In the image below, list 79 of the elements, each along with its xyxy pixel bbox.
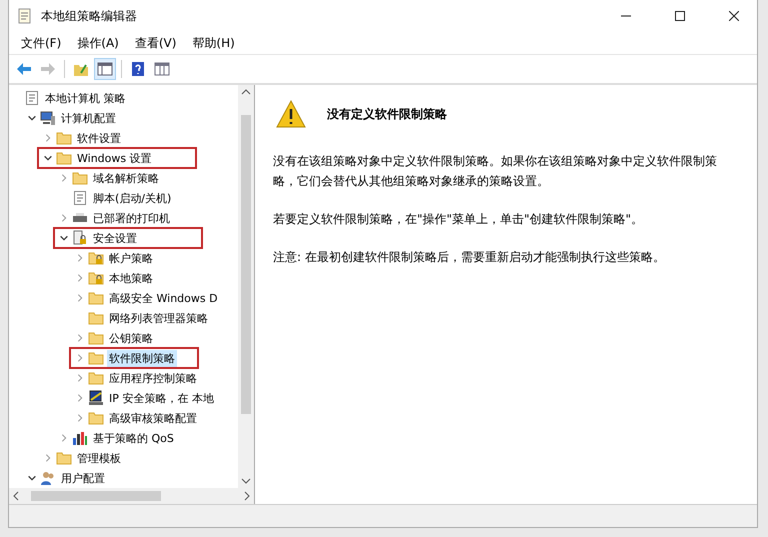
- menu-item[interactable]: 操作(A): [69, 32, 127, 54]
- chevron-down-icon[interactable]: [27, 473, 37, 483]
- users-icon: [40, 470, 56, 486]
- chevron-right-icon[interactable]: [43, 133, 53, 143]
- chevron-right-icon[interactable]: [75, 333, 85, 343]
- app-icon: [17, 8, 33, 24]
- chevron-right-icon[interactable]: [75, 413, 85, 423]
- tree-item[interactable]: 用户配置: [59, 470, 107, 486]
- close-icon: [729, 11, 739, 21]
- scroll-right-icon[interactable]: [242, 491, 252, 501]
- maximize-icon: [675, 11, 685, 21]
- properties-icon: [154, 61, 170, 77]
- description-paragraph: 若要定义软件限制策略，在"操作"菜单上，单击"创建软件限制策略"。: [273, 211, 644, 228]
- folder-icon: [72, 170, 88, 186]
- folder-icon: [56, 150, 72, 166]
- folder-icon: [56, 130, 72, 146]
- tree-item[interactable]: 域名解析策略: [91, 170, 161, 186]
- tree-item[interactable]: 高级审核策略配置: [107, 410, 199, 426]
- bar-chart-icon: [72, 430, 88, 446]
- tree-item[interactable]: 公钥策略: [107, 330, 155, 346]
- chevron-down-icon[interactable]: [43, 153, 53, 163]
- tree-item[interactable]: 软件设置: [75, 130, 123, 146]
- tree-item[interactable]: 安全设置: [91, 230, 139, 246]
- tree-item[interactable]: 本地计算机 策略: [43, 90, 128, 106]
- document-icon: [72, 190, 88, 206]
- horizontal-scrollbar[interactable]: [9, 488, 254, 504]
- locked-folder-icon: [88, 270, 104, 286]
- document-icon: [24, 90, 40, 106]
- menu-item[interactable]: 查看(V): [126, 32, 184, 54]
- tree-item[interactable]: 软件限制策略: [107, 350, 177, 366]
- chevron-right-icon[interactable]: [59, 213, 69, 223]
- back-arrow-icon: [16, 61, 32, 77]
- chevron-right-icon[interactable]: [43, 453, 53, 463]
- folder-icon: [88, 410, 104, 426]
- chevron-right-icon[interactable]: [59, 433, 69, 443]
- chevron-right-icon[interactable]: [75, 373, 85, 383]
- chevron-right-icon[interactable]: [75, 393, 85, 403]
- console-tree-icon: [97, 61, 113, 77]
- toolbar-button[interactable]: [94, 58, 116, 80]
- warning-icon: [275, 99, 307, 129]
- tree-item[interactable]: 高级安全 Windows D: [107, 290, 220, 306]
- chevron-right-icon[interactable]: [75, 273, 85, 283]
- window-title: 本地组策略编辑器: [41, 8, 138, 24]
- tree-item[interactable]: 基于策略的 QoS: [91, 430, 176, 446]
- tree-item[interactable]: 脚本(启动/关机): [91, 190, 174, 206]
- tree-item[interactable]: 帐户策略: [107, 250, 155, 266]
- chevron-right-icon[interactable]: [75, 253, 85, 263]
- folder-icon: [88, 370, 104, 386]
- chevron-down-icon[interactable]: [27, 113, 37, 123]
- chevron-right-icon[interactable]: [75, 353, 85, 363]
- tree-item[interactable]: 网络列表管理器策略: [107, 310, 210, 326]
- tree-item[interactable]: Windows 设置: [75, 150, 154, 166]
- vertical-scrollbar[interactable]: [238, 85, 254, 488]
- tree-item[interactable]: 应用程序控制策略: [107, 370, 199, 386]
- chevron-right-icon[interactable]: [75, 293, 85, 303]
- chevron-right-icon[interactable]: [59, 173, 69, 183]
- tree-item[interactable]: 已部署的打印机: [91, 210, 172, 226]
- computer-icon: [40, 110, 56, 126]
- folder-icon: [56, 450, 72, 466]
- scroll-left-icon[interactable]: [11, 491, 21, 501]
- tree-item[interactable]: 计算机配置: [59, 110, 118, 126]
- content-heading: 没有定义软件限制策略: [327, 106, 447, 122]
- folder-icon: [88, 290, 104, 306]
- computer-icon: [88, 390, 104, 406]
- chevron-down-icon[interactable]: [59, 233, 69, 243]
- description-paragraph: 注意: 在最初创建软件限制策略后，需要重新启动才能强制执行这些策略。: [273, 249, 666, 266]
- folder-icon: [88, 330, 104, 346]
- tree-item[interactable]: 本地策略: [107, 270, 155, 286]
- folder-icon: [88, 310, 104, 326]
- locked-folder-icon: [88, 250, 104, 266]
- security-icon: [72, 230, 88, 246]
- menu-item[interactable]: 帮助(H): [184, 32, 243, 54]
- folder-icon: [88, 350, 104, 366]
- forward-arrow-icon: [40, 61, 56, 77]
- menu-item[interactable]: 文件(F): [13, 32, 70, 54]
- tree-item[interactable]: IP 安全策略，在 本地: [107, 390, 216, 406]
- tree-item[interactable]: 管理模板: [75, 450, 123, 466]
- help-icon: [130, 61, 146, 77]
- description-paragraph: 没有在该组策略对象中定义软件限制策略。如果你在该组策略对象中定义软件限制策略，它们会替代从其他组策略对象继承的策略设置。: [273, 153, 718, 190]
